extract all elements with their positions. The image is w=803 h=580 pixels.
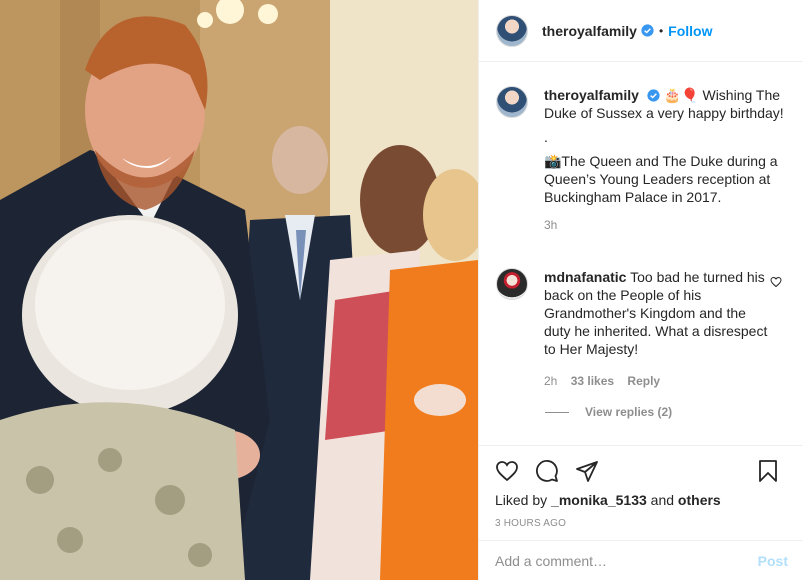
separator-dot: • — [658, 23, 664, 38]
commenter-username[interactable]: mdnafanatic — [544, 269, 626, 285]
view-replies-button[interactable]: View replies (2) — [545, 405, 672, 419]
post-comment-button[interactable]: Post — [758, 553, 788, 569]
post-sidebar: theroyalfamily • Follow theroyalfamily 🎂… — [478, 0, 803, 580]
caption-avatar[interactable] — [496, 86, 528, 118]
view-replies-label: View replies (2) — [585, 405, 673, 419]
add-comment-input[interactable] — [495, 552, 758, 569]
comment-likes[interactable]: 33 likes — [571, 374, 614, 388]
photo-illustration — [0, 0, 478, 580]
action-icons — [479, 446, 803, 496]
comment-icon[interactable] — [535, 459, 559, 483]
author-avatar[interactable] — [496, 14, 528, 47]
caption-line-3: 📸The Queen and The Duke during a Queen’s… — [544, 153, 778, 205]
verified-badge-icon — [641, 24, 654, 37]
replies-divider — [545, 411, 569, 413]
post-photo[interactable] — [0, 0, 478, 580]
heart-icon[interactable] — [495, 459, 519, 483]
add-comment-bar: Post — [479, 540, 803, 580]
comment-time[interactable]: 2h — [544, 374, 557, 388]
comment-meta: 2h 33 likes Reply — [544, 372, 772, 390]
post-caption: theroyalfamily 🎂🎈 Wishing The Duke of Su… — [496, 86, 796, 234]
comment-heart-icon[interactable] — [770, 276, 782, 288]
comment-item: mdnafanatic Too bad he turned his back o… — [496, 268, 796, 390]
caption-emoji: 🎂🎈 — [663, 87, 699, 103]
caption-line-2: . — [544, 129, 548, 145]
author-username[interactable]: theroyalfamily — [542, 23, 637, 39]
follow-button[interactable]: Follow — [668, 23, 712, 39]
bookmark-icon[interactable] — [756, 459, 780, 483]
post-actions: Liked by _monika_5133 and others 3 HOURS… — [479, 445, 803, 529]
instagram-post: theroyalfamily • Follow theroyalfamily 🎂… — [0, 0, 803, 580]
post-header: theroyalfamily • Follow — [479, 0, 803, 62]
comment-reply-button[interactable]: Reply — [627, 374, 660, 388]
share-icon[interactable] — [575, 459, 599, 483]
commenter-avatar[interactable] — [496, 268, 528, 300]
caption-time[interactable]: 3h — [544, 216, 794, 234]
verified-badge-icon — [647, 89, 660, 102]
caption-username[interactable]: theroyalfamily — [544, 87, 639, 103]
post-timestamp[interactable]: 3 HOURS AGO — [479, 518, 803, 529]
